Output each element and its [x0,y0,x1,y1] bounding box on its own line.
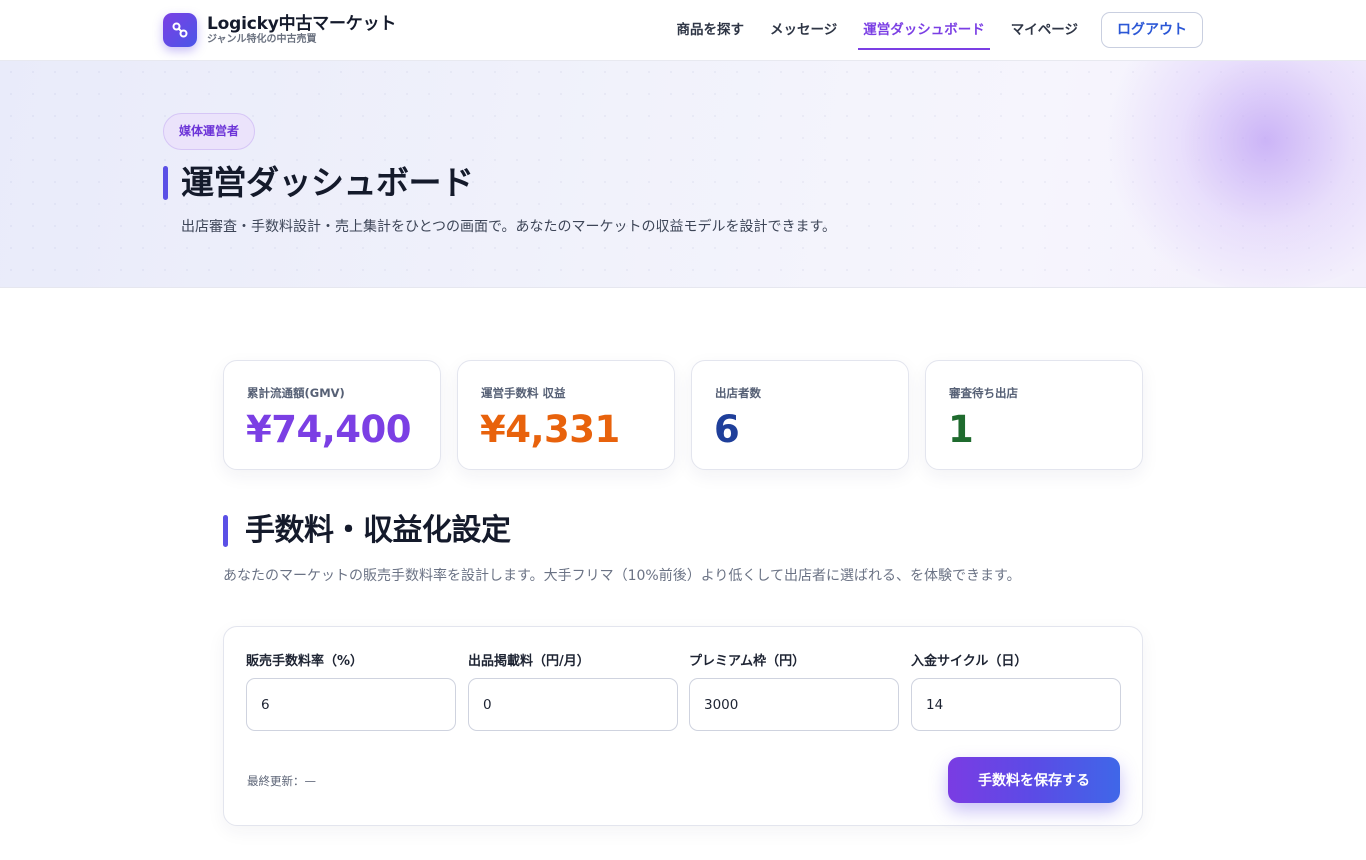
stat-label: 出店者数 [715,386,761,400]
logout-button[interactable]: ログアウト [1101,12,1203,48]
stats-row: 累計流通額(GMV) ¥74,400 運営手数料 収益 ¥4,331 出店者数 … [223,360,1143,470]
page-description: 出店審査・手数料設計・売上集計をひとつの画面で。あなたのマーケットの収益モデルを… [181,219,837,235]
listing-fee-input[interactable] [468,678,678,731]
role-badge: 媒体運営者 [163,113,256,150]
premium-slot-input[interactable] [689,678,899,731]
field-label: 入金サイクル（日） [911,654,1028,669]
stat-value: 1 [948,408,974,451]
top-navigation-bar: Logicky中古マーケット ジャンル特化の中古売買 商品を探す メッセージ 運… [0,0,1366,61]
stat-card-pending-review: 審査待ち出店 1 [925,360,1143,470]
nav-link-operator-dashboard[interactable]: 運営ダッシュボード [858,12,990,50]
field-payout-cycle: 入金サイクル（日） [911,653,1121,731]
stat-label: 審査待ち出店 [949,386,1018,400]
stat-value: 6 [714,408,740,451]
brand-tagline: ジャンル特化の中古売買 [207,34,317,45]
main-nav: 商品を探す メッセージ 運営ダッシュボード マイページ ログアウト [656,12,1203,50]
stat-value: ¥74,400 [246,408,412,451]
page-title: 運営ダッシュボード [181,163,474,202]
stat-label: 累計流通額(GMV) [247,386,345,400]
stat-card-gmv: 累計流通額(GMV) ¥74,400 [223,360,441,470]
save-fees-button[interactable]: 手数料を保存する [948,757,1120,803]
field-label: プレミアム枠（円） [689,654,806,669]
link-logo-icon [163,13,197,47]
page-hero: 媒体運営者 運営ダッシュボード 出店審査・手数料設計・売上集計をひとつの画面で。… [0,61,1366,288]
section-accent-bar [223,515,228,547]
brand-name: Logicky中古マーケット [207,14,397,34]
stat-label: 運営手数料 収益 [481,386,566,400]
stat-card-seller-count: 出店者数 6 [691,360,909,470]
section-title: 手数料・収益化設定 [245,513,511,548]
stat-value: ¥4,331 [480,408,620,451]
field-sales-fee-rate: 販売手数料率（%） [246,653,456,731]
payout-cycle-input[interactable] [911,678,1121,731]
nav-link-my-page[interactable]: マイページ [1006,12,1083,48]
title-accent-bar [163,166,168,200]
brand[interactable]: Logicky中古マーケット ジャンル特化の中古売買 [163,13,396,47]
section-description: あなたのマーケットの販売手数料率を設計します。大手フリマ（10%前後）より低くし… [223,568,1021,584]
fee-settings-form: 販売手数料率（%） 出品掲載料（円/月） プレミアム枠（円） 入金サイクル（日）… [223,626,1143,826]
field-listing-fee: 出品掲載料（円/月） [468,653,678,731]
field-label: 販売手数料率（%） [246,654,364,669]
last-updated-text: 最終更新：— [247,774,316,788]
stat-card-fee-revenue: 運営手数料 収益 ¥4,331 [457,360,675,470]
field-premium-slot: プレミアム枠（円） [689,653,899,731]
sales-fee-rate-input[interactable] [246,678,456,731]
field-label: 出品掲載料（円/月） [468,654,590,669]
nav-link-messages[interactable]: メッセージ [765,12,842,48]
nav-link-browse-products[interactable]: 商品を探す [672,12,750,48]
